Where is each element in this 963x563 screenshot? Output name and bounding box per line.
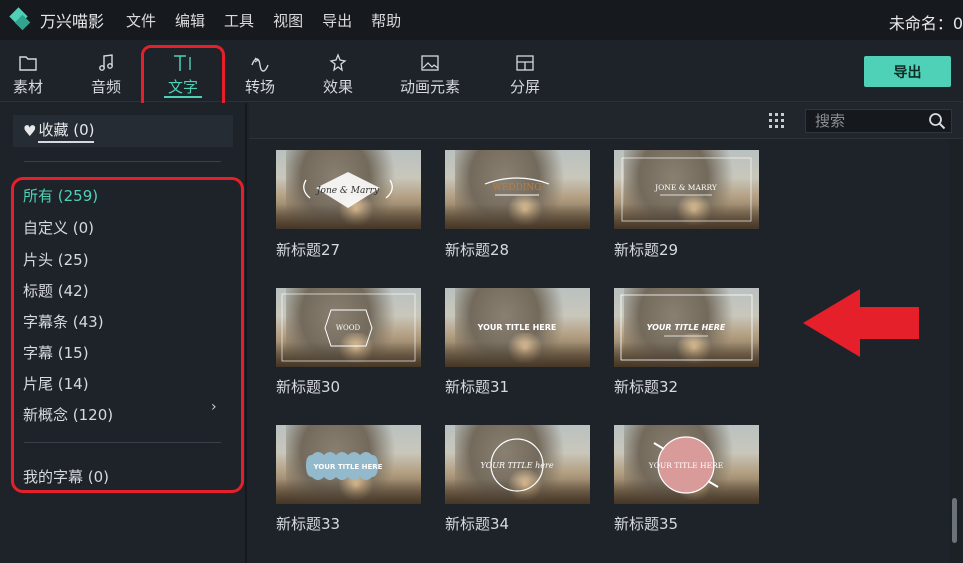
title-label: 新标题31 [445,378,510,396]
favorites-item[interactable]: ♥ 收藏 (0) [13,115,233,147]
export-button[interactable]: 导出 [864,56,951,87]
folder-icon [19,56,37,71]
title-overlay-text: YOUR TITLE HERE [647,323,726,332]
title-thumbnail[interactable]: JONE & MARRY [614,150,759,229]
app-logo-icon [9,7,32,31]
title-overlay-text: WEDDING [493,183,542,193]
effects-icon [329,53,347,72]
search-input[interactable] [806,110,926,132]
title-thumbnail[interactable]: YOUR TITLE here [445,425,590,504]
menu-help[interactable]: 帮助 [371,10,401,31]
title-preview-graphic: WEDDING [484,177,550,196]
title-preview-graphic: WOOD [281,293,416,362]
tab-media-label: 素材 [12,78,43,96]
title-overlay-text: YOUR TITLE here [480,461,553,470]
title-thumbnail[interactable]: Jone & Marry [276,150,421,229]
tab-effects-label: 效果 [322,78,353,96]
menu-file[interactable]: 文件 [126,10,156,31]
music-note-icon [99,54,113,71]
title-preview-graphic: YOUR TITLE HERE [648,436,723,494]
title-label: 新标题32 [614,378,679,396]
app-title: 万兴喵影 [40,12,105,31]
title-overlay-text: YOUR TITLE HERE [477,323,557,332]
menubar: 万兴喵影 文件 编辑 工具 视图 导出 帮助 未命名：0 [0,0,963,40]
sidebar-divider [24,161,221,162]
tab-transition[interactable]: 转场 [238,40,282,102]
menu-view[interactable]: 视图 [273,10,303,31]
split-screen-icon [516,55,534,71]
title-label: 新标题28 [445,241,510,259]
title-overlay-text: YOUR TITLE HERE [648,461,723,470]
transition-icon [251,57,269,72]
title-thumbnail[interactable]: YOUR TITLE HERE [276,425,421,504]
tab-audio[interactable]: 音频 [84,40,128,102]
title-thumbnail[interactable]: YOUR TITLE HERE [445,288,590,367]
title-overlay-text: WOOD [336,324,361,332]
title-preview-graphic: YOUR TITLE HERE [620,294,753,361]
title-overlay-text: Jone & Marry [315,186,380,196]
title-thumbnail[interactable]: YOUR TITLE HERE [614,425,759,504]
title-preview-graphic: YOUR TITLE HERE [477,323,557,332]
heart-icon: ♥ [23,122,37,140]
title-preview-graphic: Jone & Marry [303,172,393,208]
menu-export[interactable]: 导出 [322,10,352,31]
tab-effects[interactable]: 效果 [316,40,360,102]
tab-elements-label: 动画元素 [399,78,460,96]
tab-split-screen-label: 分屏 [509,78,540,96]
menu-edit[interactable]: 编辑 [175,10,205,31]
title-preview-graphic: YOUR TITLE here [480,438,554,492]
library-toolbar [249,103,963,139]
title-thumbnail[interactable]: YOUR TITLE HERE [614,288,759,367]
tab-elements[interactable]: 动画元素 [396,40,464,102]
annotation-category-box [11,177,244,493]
tab-transition-label: 转场 [244,78,275,96]
tab-audio-label: 音频 [90,78,121,96]
title-label: 新标题34 [445,515,510,533]
project-title: 未命名：0 [888,14,963,33]
title-overlay-text: JONE & MARRY [654,183,718,192]
menu-tools[interactable]: 工具 [224,10,254,31]
title-label: 新标题29 [614,241,679,259]
tab-media[interactable]: 素材 [6,40,50,102]
title-label: 新标题27 [276,241,341,259]
title-label: 新标题33 [276,515,341,533]
title-label: 新标题35 [614,515,679,533]
title-thumbnail[interactable]: WOOD [276,288,421,367]
title-label: 新标题30 [276,378,341,396]
tab-split-screen[interactable]: 分屏 [503,40,547,102]
annotation-arrow-icon [803,289,919,357]
scrollbar-thumb[interactable] [952,498,957,543]
image-icon [421,55,439,71]
grid-view-icon[interactable] [769,113,785,129]
title-overlay-text: YOUR TITLE HERE [313,463,383,471]
search-icon[interactable] [928,112,946,130]
search-box [805,109,952,133]
title-thumbnail[interactable]: WEDDING [445,150,590,229]
favorites-label: 收藏 (0) [38,119,95,143]
title-preview-graphic: YOUR TITLE HERE [306,452,383,480]
title-preview-graphic: JONE & MARRY [621,157,752,222]
annotation-highlight-box [141,45,225,112]
